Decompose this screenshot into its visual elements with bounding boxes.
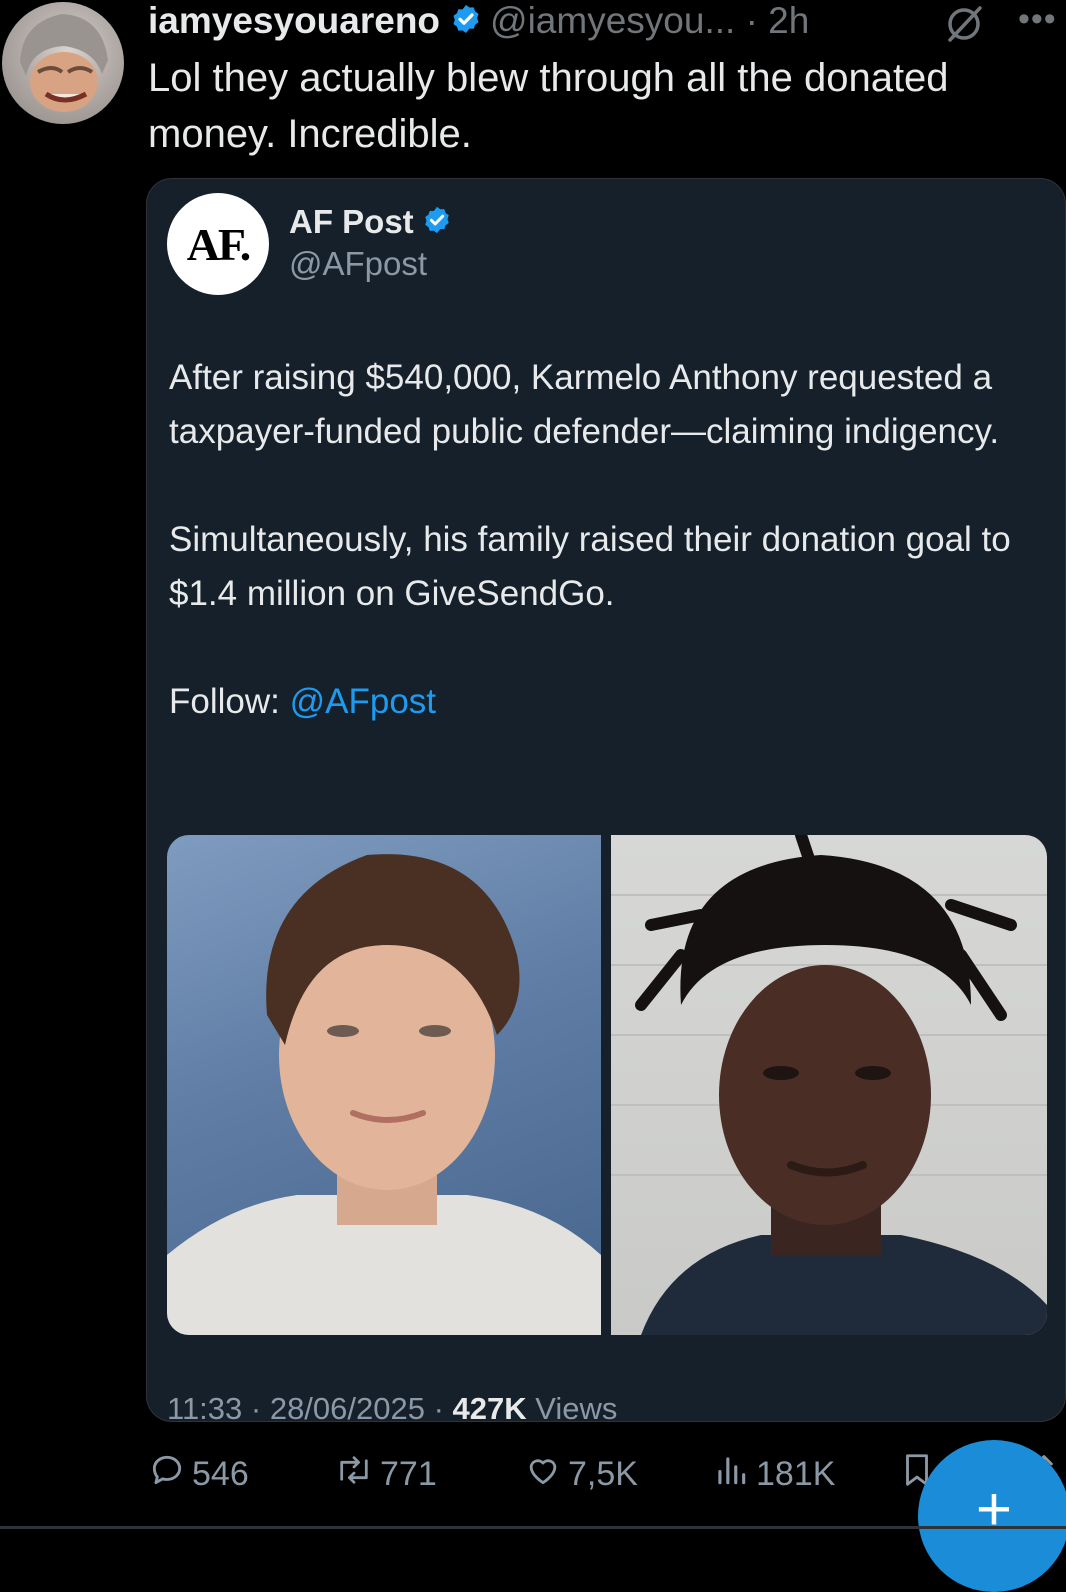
- quoted-author-handle[interactable]: @AFpost: [289, 245, 427, 283]
- quoted-name-row: AF Post: [289, 203, 452, 241]
- views-button[interactable]: 181K: [712, 1452, 835, 1496]
- verified-badge-icon: [422, 205, 452, 240]
- grok-icon[interactable]: [942, 4, 986, 49]
- like-icon: [524, 1451, 568, 1498]
- reply-count: 546: [192, 1454, 249, 1493]
- like-button[interactable]: 7,5K: [524, 1452, 638, 1496]
- post-text: Lol they actually blew through all the d…: [148, 56, 949, 156]
- author-handle-time[interactable]: @iamyesyou... · 2h: [490, 0, 809, 42]
- action-bar: 546 771 7,5K 181K: [0, 1452, 1066, 1496]
- views-icon: [712, 1451, 756, 1498]
- verified-badge-icon: [450, 3, 482, 40]
- views-count: 181K: [756, 1454, 836, 1493]
- repost-icon: [334, 1451, 380, 1498]
- photo-right[interactable]: [611, 835, 1047, 1335]
- quoted-post-meta: 11:33 · 28/06/2025 · 427K Views: [167, 1391, 617, 1427]
- quoted-paragraph-1: After raising $540,000, Karmelo Anthony …: [169, 358, 1000, 451]
- quoted-paragraph-2: Simultaneously, his family raised their …: [169, 520, 1011, 613]
- divider: [0, 1526, 1066, 1529]
- quoted-views-label: Views: [526, 1391, 618, 1426]
- author-avatar[interactable]: [2, 2, 124, 124]
- quoted-post-card[interactable]: AF. AF Post @AFpost After raising $540,0…: [146, 178, 1066, 1426]
- quoted-views-count: 427K: [452, 1391, 527, 1426]
- compose-button[interactable]: +: [918, 1440, 1066, 1592]
- repost-count: 771: [380, 1454, 437, 1493]
- quoted-author-avatar[interactable]: AF.: [167, 193, 269, 295]
- repost-button[interactable]: 771: [334, 1452, 437, 1496]
- photo-left[interactable]: [167, 835, 601, 1335]
- post-header: iamyesyouareno @iamyesyou... · 2h: [148, 0, 809, 42]
- follow-line: Follow: @AFpost: [169, 675, 1039, 729]
- quoted-timestamp[interactable]: 11:33 · 28/06/2025 ·: [167, 1391, 453, 1426]
- like-count: 7,5K: [568, 1454, 638, 1493]
- quoted-author-name[interactable]: AF Post: [289, 203, 414, 241]
- author-name[interactable]: iamyesyouareno: [148, 0, 440, 42]
- reply-icon: [148, 1451, 192, 1498]
- follow-label: Follow:: [169, 682, 290, 721]
- compose-plus-icon: +: [975, 1475, 1013, 1544]
- follow-mention-link[interactable]: @AFpost: [290, 682, 436, 721]
- quoted-post-body: After raising $540,000, Karmelo Anthony …: [169, 351, 1039, 729]
- more-icon[interactable]: •••: [1018, 2, 1057, 36]
- reply-button[interactable]: 546: [148, 1452, 249, 1496]
